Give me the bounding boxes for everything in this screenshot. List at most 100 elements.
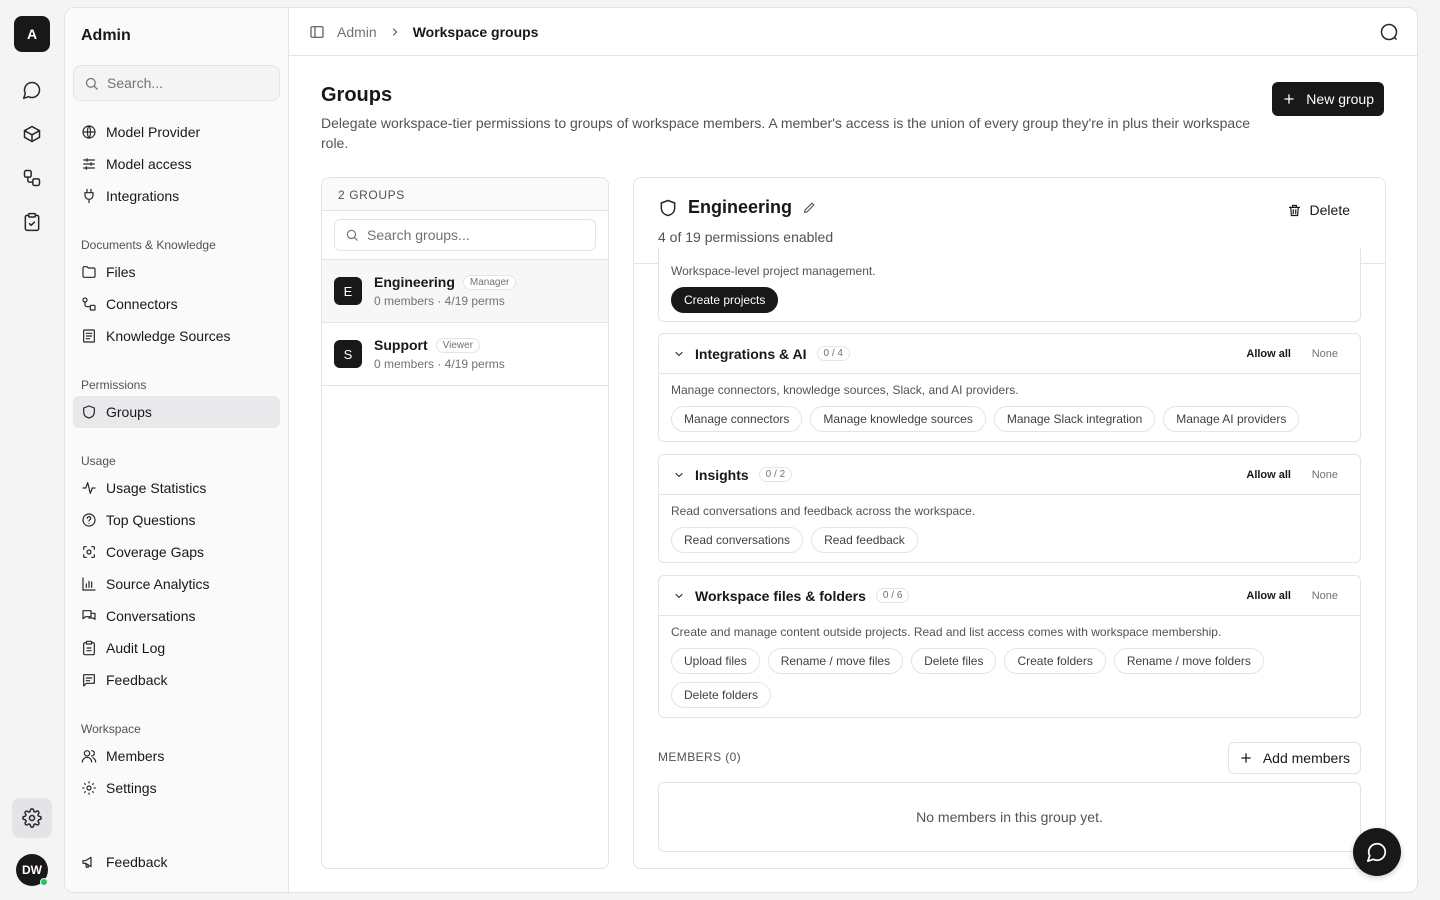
none-button[interactable]: None xyxy=(1312,469,1338,481)
permission-chip[interactable]: Rename / move files xyxy=(767,648,904,674)
permission-card-integrations-ai: Integrations & AI 0 / 4 Allow all None M… xyxy=(658,333,1361,442)
sidebar-item-connectors[interactable]: Connectors xyxy=(73,288,280,320)
sidebar-item-members[interactable]: Members xyxy=(73,740,280,772)
allow-all-button[interactable]: Allow all xyxy=(1246,469,1291,481)
sidebar-item-label: Connectors xyxy=(106,296,178,312)
sidebar-item-usage-statistics[interactable]: Usage Statistics xyxy=(73,472,280,504)
book-icon xyxy=(83,329,95,343)
plus-icon xyxy=(1241,753,1251,763)
sidebar-item-label: Model access xyxy=(106,156,192,172)
none-button[interactable]: None xyxy=(1312,590,1338,602)
shield-icon xyxy=(660,199,676,216)
permission-count-badge: 0 / 6 xyxy=(875,588,910,603)
permission-chip[interactable]: Delete folders xyxy=(671,682,772,708)
permission-count-badge: 0 / 2 xyxy=(758,467,793,482)
sidebar-item-label: Conversations xyxy=(106,608,196,624)
permission-card-description: Manage connectors, knowledge sources, Sl… xyxy=(671,383,1019,397)
user-avatar[interactable]: DW xyxy=(16,854,48,886)
sidebar-item-label: Feedback xyxy=(106,672,168,688)
allow-all-button[interactable]: Allow all xyxy=(1246,590,1291,602)
app-rail: A DW xyxy=(0,0,64,900)
sidebar-item-source-analytics[interactable]: Source Analytics xyxy=(73,568,280,600)
globe-icon xyxy=(82,125,96,139)
groups-list-panel: 2 GROUPS E Engineering Manager 0 members … xyxy=(321,177,609,869)
clipboard-check-icon[interactable] xyxy=(14,204,50,240)
sidebar-item-conversations[interactable]: Conversations xyxy=(73,600,280,632)
breadcrumb-current: Workspace groups xyxy=(412,23,539,40)
sidebar-search-input[interactable] xyxy=(107,75,267,91)
none-button[interactable]: None xyxy=(1312,348,1338,360)
permission-card-description: Workspace-level project management. xyxy=(671,264,876,278)
sidebar-toggle-icon[interactable] xyxy=(309,24,325,40)
sidebar-item-label: Members xyxy=(106,748,165,764)
sidebar-item-audit-log[interactable]: Audit Log xyxy=(73,632,280,664)
sidebar-item-knowledge-sources[interactable]: Knowledge Sources xyxy=(73,320,280,352)
sidebar-item-integrations[interactable]: Integrations xyxy=(73,180,280,212)
sidebar-item-files[interactable]: Files xyxy=(73,256,280,288)
permission-card-workspace-files: Workspace files & folders 0 / 6 Allow al… xyxy=(658,575,1361,718)
chat-bubble-icon[interactable] xyxy=(1379,22,1399,42)
page-title: Groups xyxy=(321,84,393,106)
sidebar-item-label: Top Questions xyxy=(106,512,196,528)
sidebar-search[interactable] xyxy=(73,65,280,101)
groups-search[interactable] xyxy=(334,219,596,251)
admin-settings-gear-icon[interactable] xyxy=(12,798,52,838)
sidebar-item-label: Model Provider xyxy=(106,124,201,140)
sidebar-item-model-provider[interactable]: Model Provider xyxy=(73,116,280,148)
group-detail-panel: Engineering 4 of 19 permissions enabled … xyxy=(633,177,1386,869)
sidebar-item-top-questions[interactable]: Top Questions xyxy=(73,504,280,536)
gear-icon xyxy=(82,781,96,795)
sidebar-item-label: Files xyxy=(106,264,136,280)
new-group-label: New group xyxy=(1306,91,1374,107)
group-row-engineering[interactable]: E Engineering Manager 0 members · 4/19 pe… xyxy=(322,260,608,323)
sidebar-item-label: Knowledge Sources xyxy=(106,328,231,344)
megaphone-icon xyxy=(82,856,92,868)
sidebar-item-label: Coverage Gaps xyxy=(106,544,205,560)
sidebar-item-groups[interactable]: Groups xyxy=(73,396,280,428)
add-members-button[interactable]: Add members xyxy=(1227,742,1361,774)
group-role-badge: Viewer xyxy=(435,337,481,353)
group-detail-title: Engineering xyxy=(688,197,793,217)
sidebar-item-coverage-gaps[interactable]: Coverage Gaps xyxy=(73,536,280,568)
sidebar-item-feedback[interactable]: Feedback xyxy=(73,664,280,696)
chevron-down-icon[interactable] xyxy=(673,348,685,360)
permission-chip[interactable]: Manage Slack integration xyxy=(993,406,1156,432)
permission-chip[interactable]: Read conversations xyxy=(671,527,804,553)
groups-search-input[interactable] xyxy=(367,227,587,243)
group-meta: 0 members · 4/19 perms xyxy=(374,294,505,308)
workflow-icon[interactable] xyxy=(14,160,50,196)
online-status-dot xyxy=(40,878,48,886)
sidebar-bottom-feedback[interactable]: Feedback xyxy=(73,846,280,878)
new-group-button[interactable]: New group xyxy=(1272,82,1384,116)
permission-card-title: Integrations & AI xyxy=(695,345,807,362)
cube-icon[interactable] xyxy=(14,116,50,152)
group-row-support[interactable]: S Support Viewer 0 members · 4/19 perms xyxy=(322,323,608,386)
chat-launcher-button[interactable] xyxy=(1353,828,1401,876)
permission-count-badge: 0 / 4 xyxy=(816,346,850,361)
permission-chip[interactable]: Delete files xyxy=(911,648,997,674)
permission-chip[interactable]: Read feedback xyxy=(811,527,918,553)
group-meta: 0 members · 4/19 perms xyxy=(374,357,505,371)
breadcrumb-admin[interactable]: Admin xyxy=(337,24,377,40)
permission-chip-create-projects[interactable]: Create projects xyxy=(671,287,779,313)
sidebar-item-label: Settings xyxy=(106,780,157,796)
permission-chip[interactable]: Upload files xyxy=(671,648,760,674)
sidebar-item-settings[interactable]: Settings xyxy=(73,772,280,804)
pencil-icon[interactable] xyxy=(802,200,817,215)
chevron-down-icon[interactable] xyxy=(673,469,685,481)
sidebar-section-title: Permissions xyxy=(81,378,147,392)
workspace-logo[interactable]: A xyxy=(14,16,50,52)
app-frame: Admin Model Provider Model access Integr… xyxy=(64,7,1418,893)
permission-chip[interactable]: Rename / move folders xyxy=(1113,648,1264,674)
chat-icon[interactable] xyxy=(14,72,50,108)
permission-chip[interactable]: Manage connectors xyxy=(671,406,803,432)
chevron-down-icon[interactable] xyxy=(673,590,685,602)
activity-icon xyxy=(82,482,96,494)
permission-chip[interactable]: Manage AI providers xyxy=(1163,406,1300,432)
permission-chip[interactable]: Manage knowledge sources xyxy=(810,406,986,432)
delete-group-button[interactable]: Delete xyxy=(1287,202,1350,218)
sidebar-item-model-access[interactable]: Model access xyxy=(73,148,280,180)
sidebar-title: Admin xyxy=(81,27,131,44)
permission-chip[interactable]: Create folders xyxy=(1004,648,1106,674)
allow-all-button[interactable]: Allow all xyxy=(1246,348,1291,360)
